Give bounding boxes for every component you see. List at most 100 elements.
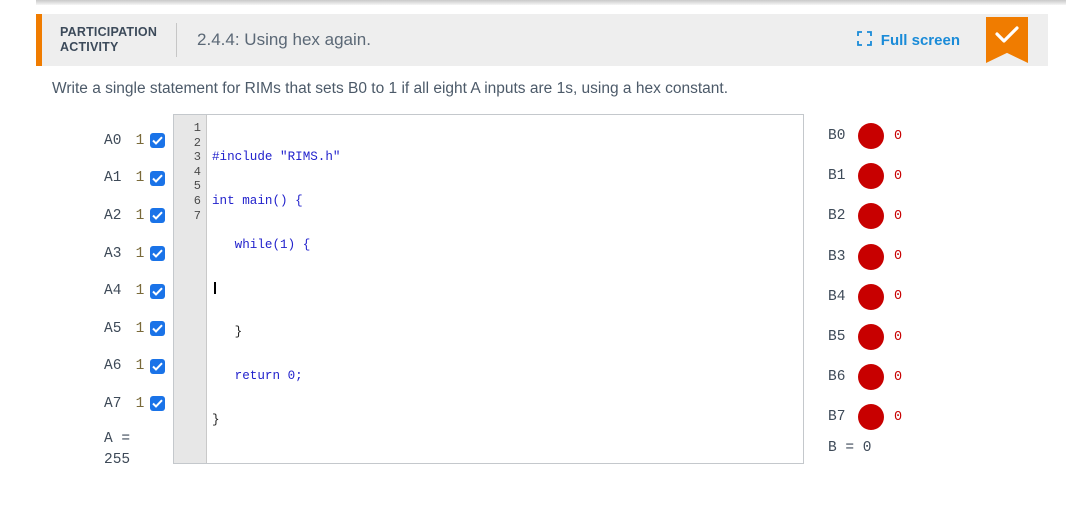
header-right-group: Full screen xyxy=(856,14,1048,66)
output-pin-name: B0 xyxy=(828,128,846,145)
output-pin-name: B3 xyxy=(828,248,846,265)
input-pin-value: 1 xyxy=(135,207,145,224)
code-line-7-text: } xyxy=(212,412,220,427)
output-led-indicator[interactable] xyxy=(858,404,884,431)
input-summary-line2: 255 xyxy=(104,451,131,468)
input-pin-name: A5 xyxy=(104,320,122,337)
code-line: } xyxy=(212,325,803,340)
output-pin-value: 0 xyxy=(894,409,903,425)
output-pin-value: 0 xyxy=(894,289,903,305)
activity-type-line2: ACTIVITY xyxy=(60,40,119,54)
activity-prompt: Write a single statement for RIMs that s… xyxy=(52,80,729,97)
input-pin-name: A2 xyxy=(104,207,122,224)
code-line: return 0; xyxy=(212,369,803,384)
page-top-strip xyxy=(36,0,1066,5)
activity-type-label: PARTICIPATION ACTIVITY xyxy=(60,25,157,55)
output-led-indicator[interactable] xyxy=(858,163,884,190)
output-pin-value: 0 xyxy=(894,128,903,144)
line-number: 3 xyxy=(193,150,201,165)
output-led-indicator[interactable] xyxy=(858,364,884,391)
code-line: int main() { xyxy=(212,194,803,209)
code-line-1-directive: #include "RIMS.h" xyxy=(212,150,341,165)
input-pin-checkbox[interactable] xyxy=(150,358,165,374)
output-led-indicator[interactable] xyxy=(858,123,884,150)
output-pin-value: 0 xyxy=(894,208,903,224)
code-line-3-text: while(1) { xyxy=(212,237,311,252)
output-led-indicator[interactable] xyxy=(858,243,884,270)
code-line-2-text: int main() { xyxy=(212,193,303,208)
input-summary: A = 255 xyxy=(104,429,154,471)
fullscreen-button[interactable]: Full screen xyxy=(856,30,960,50)
input-pin-name: A0 xyxy=(104,132,122,149)
editor-code-area[interactable]: #include "RIMS.h" int main() { while(1) … xyxy=(207,115,803,463)
input-pin-checkbox[interactable] xyxy=(150,246,165,262)
participation-activity-card: PARTICIPATION ACTIVITY 2.4.4: Using hex … xyxy=(36,14,1048,514)
output-pin-name: B4 xyxy=(828,288,846,305)
code-line-cursor xyxy=(212,281,803,297)
input-pin-value: 1 xyxy=(135,395,145,412)
header-divider xyxy=(176,23,178,57)
line-number: 1 xyxy=(193,121,201,135)
line-number: 2 xyxy=(193,135,201,150)
output-summary: B = 0 xyxy=(828,439,872,456)
activity-title: 2.4.4: Using hex again. xyxy=(197,30,371,49)
activity-complete-banner xyxy=(986,17,1028,63)
output-pin-row: B4 0 xyxy=(828,277,948,317)
line-number: 4 xyxy=(193,164,201,179)
output-pin-value: 0 xyxy=(894,168,903,184)
input-pin-value: 1 xyxy=(135,132,145,149)
code-line-6-text: return 0; xyxy=(212,369,303,384)
output-pin-list: B0 0 B1 0 B2 0 B3 0 B4 0 B5 0 B6 0 B7 0 … xyxy=(828,116,948,456)
text-cursor xyxy=(214,281,216,294)
input-pin-value: 1 xyxy=(135,283,145,300)
input-pin-name: A1 xyxy=(104,170,122,187)
code-line: while(1) { xyxy=(212,238,803,253)
output-pin-name: B5 xyxy=(828,329,846,346)
code-line-5-text: } xyxy=(212,325,243,340)
input-pin-value: 1 xyxy=(135,170,145,187)
code-editor[interactable]: 1 2 3 4 5 6 7 #include "RIMS.h" int main… xyxy=(173,114,804,464)
activity-type-line1: PARTICIPATION xyxy=(60,25,158,39)
input-pin-name: A7 xyxy=(104,395,122,412)
line-number: 6 xyxy=(193,193,201,208)
input-pin-name: A4 xyxy=(104,283,122,300)
input-pin-name: A6 xyxy=(104,358,122,375)
output-pin-row: B5 0 xyxy=(828,317,948,357)
output-led-indicator[interactable] xyxy=(858,283,884,310)
page-root: PARTICIPATION ACTIVITY 2.4.4: Using hex … xyxy=(0,0,1066,521)
output-pin-value: 0 xyxy=(894,369,903,385)
activity-accent-bar xyxy=(36,14,42,66)
activity-header: PARTICIPATION ACTIVITY 2.4.4: Using hex … xyxy=(36,14,1048,66)
output-pin-row: B6 0 xyxy=(828,357,948,397)
input-pin-checkbox[interactable] xyxy=(150,396,165,412)
code-line: } xyxy=(212,413,803,428)
input-pin-checkbox[interactable] xyxy=(150,133,165,149)
input-pin-value: 1 xyxy=(135,358,145,375)
line-number: 5 xyxy=(193,179,201,194)
fullscreen-label: Full screen xyxy=(880,31,960,49)
input-pin-value: 1 xyxy=(135,320,145,337)
input-pin-value: 1 xyxy=(135,245,145,262)
input-summary-line1: A = xyxy=(104,430,131,447)
output-pin-name: B2 xyxy=(828,208,846,225)
input-pin-checkbox[interactable] xyxy=(150,283,165,299)
input-pin-name: A3 xyxy=(104,245,122,262)
output-pin-value: 0 xyxy=(894,329,903,345)
code-line: #include "RIMS.h" xyxy=(212,150,803,165)
output-led-indicator[interactable] xyxy=(858,203,884,230)
line-number: 7 xyxy=(193,208,201,223)
output-pin-row: B7 0 xyxy=(828,397,948,437)
output-pin-row: B1 0 xyxy=(828,156,948,196)
output-pin-name: B1 xyxy=(828,168,846,185)
output-led-indicator[interactable] xyxy=(858,324,884,351)
output-pin-row: B3 0 xyxy=(828,237,948,277)
input-pin-checkbox[interactable] xyxy=(150,208,165,224)
output-pin-row: B0 0 xyxy=(828,116,948,156)
checkmark-icon xyxy=(995,17,1019,49)
input-pin-checkbox[interactable] xyxy=(150,170,165,186)
output-pin-name: B6 xyxy=(828,369,846,386)
output-pin-name: B7 xyxy=(828,409,846,426)
output-pin-row: B2 0 xyxy=(828,196,948,236)
input-pin-checkbox[interactable] xyxy=(150,321,165,337)
output-pin-value: 0 xyxy=(894,249,903,265)
